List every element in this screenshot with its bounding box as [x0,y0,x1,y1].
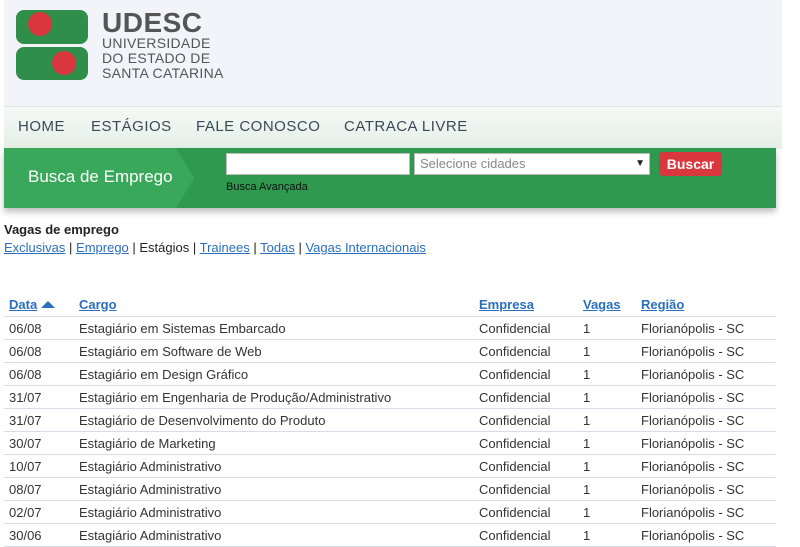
nav-catraca-livre[interactable]: CATRACA LIVRE [344,118,468,135]
cell-date: 06/08 [4,362,74,386]
cell-date: 06/08 [4,339,74,363]
cell-empresa: Confidencial [474,362,578,386]
table-row[interactable]: 30/07 Estagiário de Marketing Confidencial… [4,431,776,455]
dropdown-arrow-icon: ▼ [635,158,645,169]
cell-regiao: Florianópolis - SC [636,500,776,524]
cell-cargo: Estagiário Administrativo [74,523,474,547]
cell-vagas: 1 [578,385,636,409]
udesc-logo[interactable] [16,10,88,80]
nav-fale-conosco[interactable]: FALE CONOSCO [196,118,320,135]
search-bar: Busca de Emprego Selecione cidades ▼ Bus… [4,148,776,208]
cell-vagas: 1 [578,431,636,455]
brand-line-2: DO ESTADO DE [102,50,211,66]
brand-line-3: SANTA CATARINA [102,65,224,81]
filter-trainees[interactable]: Trainees [200,240,250,255]
cell-cargo: Estagiário em Sistemas Embarcado [74,316,474,340]
cell-cargo: Estagiário Administrativo [74,500,474,524]
cell-cargo: Estagiário Administrativo [74,477,474,501]
cell-regiao: Florianópolis - SC [636,339,776,363]
filter-vagas-internacionais[interactable]: Vagas Internacionais [305,240,425,255]
cell-empresa: Confidencial [474,454,578,478]
cell-empresa: Confidencial [474,408,578,432]
sort-ascending-icon [41,300,56,308]
listing-filters: Exclusivas | Emprego | Estágios | Traine… [4,240,426,255]
table-row[interactable]: 02/07 Estagiário Administrativo Confidenci… [4,500,776,524]
cell-empresa: Confidencial [474,339,578,363]
brand-line-1: UNIVERSIDADE [102,35,211,51]
cell-regiao: Florianópolis - SC [636,362,776,386]
cell-cargo: Estagiário em Engenharia de Produção/Adm… [74,385,474,409]
search-section-label: Busca de Emprego [4,148,194,208]
cell-cargo: Estagiário de Desenvolvimento do Produto [74,408,474,432]
filter-estagios-active: Estágios [139,240,190,255]
cell-empresa: Confidencial [474,385,578,409]
advanced-search-link[interactable]: Busca Avançada [226,181,308,193]
table-row[interactable]: 30/06 Estagiário Administrativo Confidenci… [4,523,776,547]
cell-vagas: 1 [578,408,636,432]
cell-regiao: Florianópolis - SC [636,316,776,340]
search-input[interactable] [226,153,410,175]
table-row[interactable]: 08/07 Estagiário Administrativo Confidenci… [4,477,776,501]
cell-vagas: 1 [578,523,636,547]
cell-regiao: Florianópolis - SC [636,385,776,409]
cell-date: 31/07 [4,385,74,409]
city-select-placeholder: Selecione cidades [420,156,526,171]
column-header-vagas[interactable]: Vagas [578,292,636,317]
top-navigation: HOME ESTÁGIOS FALE CONOSCO CATRACA LIVRE [4,106,782,149]
logo-text: UDESC UNIVERSIDADE DO ESTADO DE SANTA CA… [102,7,224,81]
table-row[interactable]: 06/08 Estagiário em Design Gráfico Confide… [4,362,776,386]
cell-vagas: 1 [578,339,636,363]
cell-date: 06/08 [4,316,74,340]
cell-regiao: Florianópolis - SC [636,431,776,455]
search-section-title: Busca de Emprego [28,167,173,186]
table-row[interactable]: 06/08 Estagiário em Software de Web Confid… [4,339,776,363]
search-button[interactable]: Buscar [659,152,722,176]
column-header-cargo[interactable]: Cargo [74,292,474,317]
cell-date: 02/07 [4,500,74,524]
cell-regiao: Florianópolis - SC [636,454,776,478]
column-header-data-label: Data [9,296,38,312]
listing-title: Vagas de emprego [4,222,119,237]
cell-cargo: Estagiário em Software de Web [74,339,474,363]
table-header-row: Data Cargo Empresa Vagas Região [4,292,776,317]
cell-regiao: Florianópolis - SC [636,408,776,432]
cell-vagas: 1 [578,316,636,340]
filter-exclusivas[interactable]: Exclusivas [4,240,65,255]
cell-date: 30/06 [4,523,74,547]
column-header-data[interactable]: Data [4,292,74,317]
cell-date: 31/07 [4,408,74,432]
cell-empresa: Confidencial [474,477,578,501]
cell-empresa: Confidencial [474,523,578,547]
cell-cargo: Estagiário Administrativo [74,454,474,478]
cell-vagas: 1 [578,362,636,386]
cell-cargo: Estagiário em Design Gráfico [74,362,474,386]
column-header-empresa[interactable]: Empresa [474,292,578,317]
table-row[interactable]: 06/08 Estagiário em Sistemas Embarcado Con… [4,316,776,340]
brand-name: UDESC [102,7,203,38]
cell-vagas: 1 [578,500,636,524]
cell-empresa: Confidencial [474,316,578,340]
cell-date: 08/07 [4,477,74,501]
column-header-regiao[interactable]: Região [636,292,776,317]
cell-date: 10/07 [4,454,74,478]
cell-regiao: Florianópolis - SC [636,477,776,501]
cell-empresa: Confidencial [474,500,578,524]
city-select[interactable]: Selecione cidades ▼ [414,153,650,175]
cell-vagas: 1 [578,477,636,501]
cell-empresa: Confidencial [474,431,578,455]
cell-date: 30/07 [4,431,74,455]
table-row[interactable]: 10/07 Estagiário Administrativo Confidenci… [4,454,776,478]
filter-emprego[interactable]: Emprego [76,240,129,255]
table-row[interactable]: 31/07 Estagiário de Desenvolvimento do Pr… [4,408,776,432]
site-header: UDESC UNIVERSIDADE DO ESTADO DE SANTA CA… [4,0,782,106]
table-row[interactable]: 31/07 Estagiário em Engenharia de Produçã… [4,385,776,409]
cell-regiao: Florianópolis - SC [636,523,776,547]
cell-cargo: Estagiário de Marketing [74,431,474,455]
filter-todas[interactable]: Todas [260,240,295,255]
nav-home[interactable]: HOME [18,118,65,135]
job-table: Data Cargo Empresa Vagas Região 06/08 Est… [4,292,776,547]
nav-estagios[interactable]: ESTÁGIOS [91,118,172,135]
cell-vagas: 1 [578,454,636,478]
